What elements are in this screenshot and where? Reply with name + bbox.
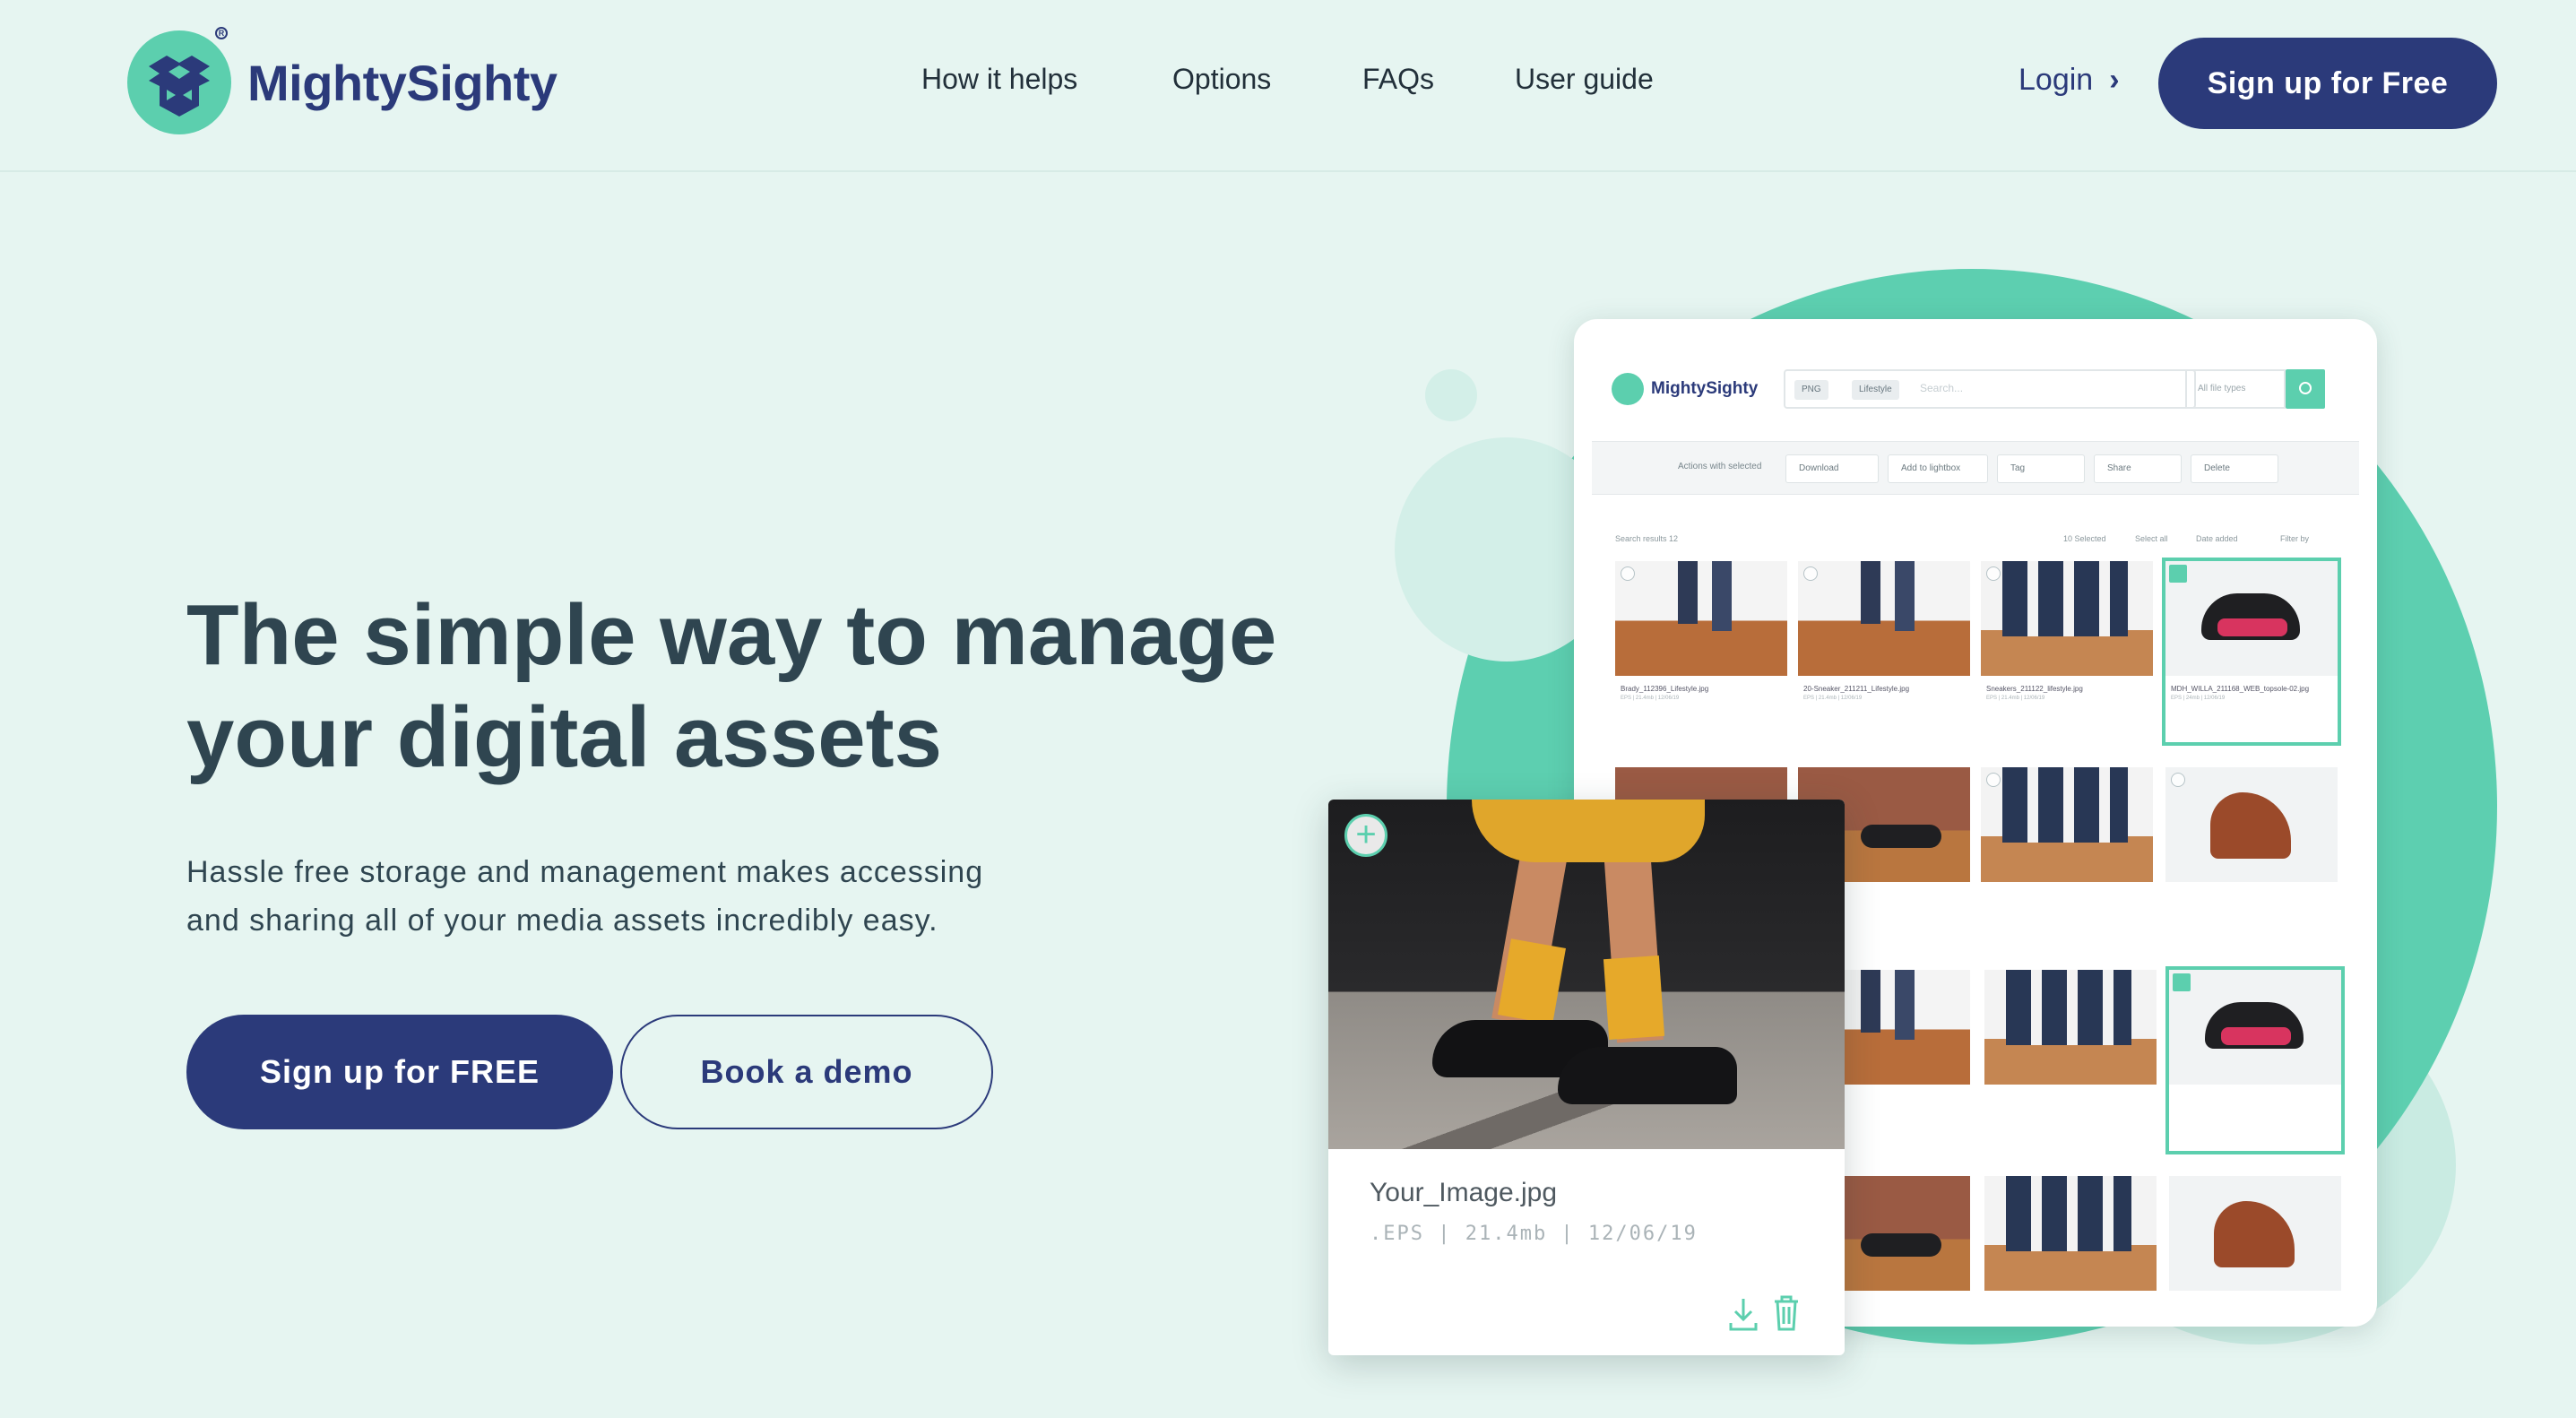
mockup-thumb [1984,1176,2157,1291]
mockup-logo-icon [1612,373,1644,405]
site-header: R MightySighty How it helps Options FAQs… [0,0,2576,172]
thumb-name: Brady_112396_Lifestyle.jpg [1621,685,1709,693]
mockup-search-placeholder: Search... [1920,382,1964,394]
hero-subtitle-line-1: Hassle free storage and management makes… [186,855,984,889]
asset-photo [1328,800,1845,1149]
plus-icon [1986,773,2001,787]
asset-meta: .EPS | 21.4mb | 12/06/19 [1370,1223,1698,1245]
decor-dot [1425,369,1477,421]
thumb-name: MDH_WILLA_211168_WEB_topsole-02.jpg [2171,685,2310,693]
login-label: Login [2018,63,2094,97]
mockup-filter: Filter by [2280,534,2310,543]
hero-title-line-1: The simple way to manage [186,587,1277,683]
chevron-right-icon: › [2109,63,2120,97]
mockup-chip: PNG [1794,380,1828,400]
mockup-thumb [1981,767,2153,882]
logo[interactable]: R MightySighty [127,27,558,134]
mockup-add-lightbox: Add to lightbox [1888,454,1988,483]
mockup-tag: Tag [1997,454,2085,483]
thumb-meta: EPS | 24mb | 12/06/19 [2171,696,2226,701]
thumb-image [2165,561,2338,676]
download-icon[interactable] [1728,1296,1759,1332]
nav-faqs[interactable]: FAQs [1362,63,1434,96]
logo-icon: R [127,27,231,134]
book-demo-button[interactable]: Book a demo [620,1015,993,1129]
hero-title-line-2: your digital assets [186,689,942,785]
mockup-thumb: Brady_112396_Lifestyle.jpg EPS | 21.4mb … [1615,561,1787,703]
thumb-image [2169,970,2341,1085]
mockup-thumb [2165,767,2338,882]
add-icon[interactable]: + [1344,814,1387,857]
signup-hero-button[interactable]: Sign up for FREE [186,1015,613,1129]
mockup-toolbar-label: Actions with selected [1678,462,1762,471]
mockup-logo: MightySighty [1612,373,1758,405]
login-link[interactable]: Login › [2018,63,2120,98]
thumb-image [2165,767,2338,882]
mockup-thumb: Sneakers_211122_lifestyle.jpg EPS | 21.4… [1981,561,2153,703]
logo-text: MightySighty [247,54,558,111]
thumb-meta: EPS | 21.4mb | 12/06/19 [1986,696,2045,701]
mockup-share: Share [2094,454,2182,483]
plus-icon [1803,566,1818,581]
thumb-meta: EPS | 21.4mb | 12/06/19 [1803,696,1863,701]
thumb-name: 20-Sneaker_211211_Lifestyle.jpg [1803,685,1910,693]
thumb-image [1981,561,2153,676]
mockup-logo-text: MightySighty [1651,379,1759,398]
search-icon [2286,369,2325,409]
hero-subtitle-line-2: and sharing all of your media assets inc… [186,904,938,938]
plus-icon [1621,566,1635,581]
thumb-image [2169,1176,2341,1291]
nav-how-it-helps[interactable]: How it helps [921,63,1077,96]
thumb-image [1615,561,1787,676]
mockup-selected: 10 Selected [2063,534,2106,543]
mockup-select-all: Select all [2135,534,2168,543]
mockup-search: PNG Lifestyle Search... [1784,369,2196,409]
mockup-thumb-selected [2165,966,2345,1154]
registered-mark: R [215,27,228,39]
mockup-results: Search results 12 [1615,534,1679,543]
check-icon [2169,565,2187,583]
thumb-meta: EPS | 21.4mb | 12/06/19 [1621,696,1680,701]
signup-header-button[interactable]: Sign up for Free [2158,38,2497,129]
asset-name: Your_Image.jpg [1370,1178,1558,1207]
nav-user-guide[interactable]: User guide [1515,63,1654,96]
thumb-image [1984,970,2157,1085]
hero-subtitle: Hassle free storage and management makes… [186,848,1083,945]
thumb-image [1798,561,1970,676]
mockup-thumb [1984,970,2157,1085]
mockup-toolbar: Actions with selected Download Add to li… [1592,441,2359,495]
mockup-date-added: Date added [2196,534,2238,543]
hero-title: The simple way to manage your digital as… [186,584,1352,789]
plus-icon [1986,566,2001,581]
mockup-thumb-selected: MDH_WILLA_211168_WEB_topsole-02.jpg EPS … [2162,558,2341,746]
plus-icon [2171,773,2185,787]
nav-options[interactable]: Options [1172,63,1271,96]
asset-card: + Your_Image.jpg .EPS | 21.4mb | 12/06/1… [1328,800,1845,1355]
thumb-name: Sneakers_211122_lifestyle.jpg [1986,685,2083,693]
mockup-delete: Delete [2191,454,2278,483]
check-icon [2173,973,2191,991]
mockup-type-select: All file types [2185,369,2286,409]
trash-icon[interactable] [1773,1294,1800,1332]
mockup-chip: Lifestyle [1852,380,1899,400]
mockup-thumb: 20-Sneaker_211211_Lifestyle.jpg EPS | 21… [1798,561,1970,703]
thumb-image [1984,1176,2157,1291]
mockup-download: Download [1785,454,1879,483]
mockup-thumb [2169,1176,2341,1291]
thumb-image [1981,767,2153,882]
